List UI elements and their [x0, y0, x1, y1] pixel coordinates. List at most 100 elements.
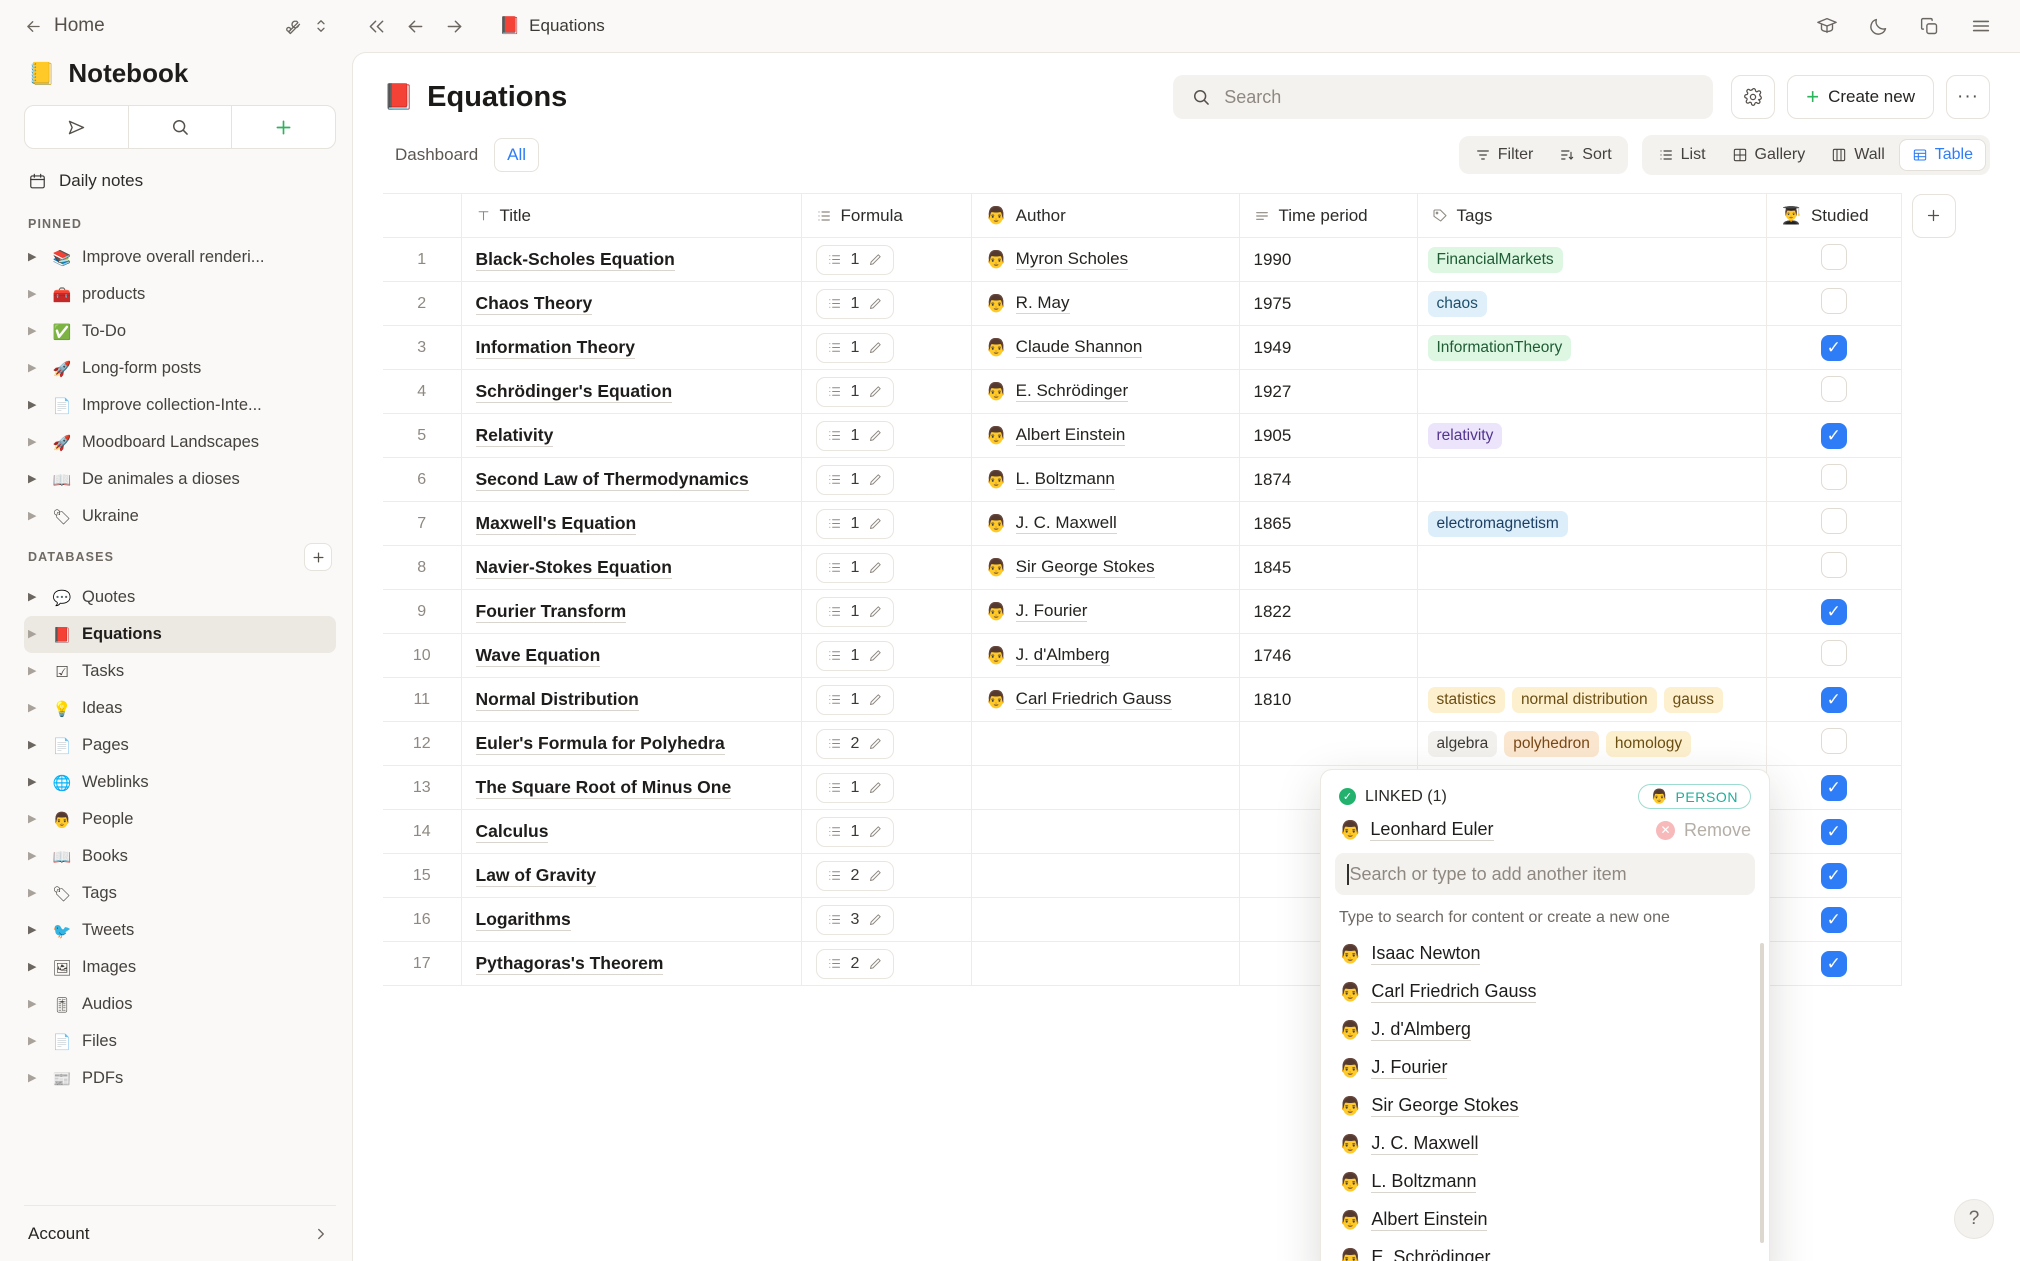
- cell-title[interactable]: Calculus: [460, 809, 802, 854]
- author-link[interactable]: E. Schrödinger: [1015, 381, 1129, 402]
- cell-formula[interactable]: 3: [800, 897, 972, 942]
- popup-scrollbar[interactable]: [1760, 943, 1764, 1243]
- table-row[interactable]: 10 Wave Equation 1 👨 J. d'Almberg 1746: [383, 633, 1967, 678]
- account-button[interactable]: Account: [24, 1205, 336, 1261]
- expand-caret-icon[interactable]: ▶: [28, 252, 42, 263]
- author-link[interactable]: Carl Friedrich Gauss: [1015, 689, 1172, 710]
- sidebar-item-tasks[interactable]: ▶ ☑ Tasks: [24, 653, 336, 690]
- cell-formula[interactable]: 1: [800, 237, 972, 282]
- cell-author[interactable]: 👨 J. d'Almberg: [970, 633, 1240, 678]
- expand-caret-icon[interactable]: ▶: [28, 703, 42, 714]
- cell-time-period[interactable]: 1905: [1238, 413, 1418, 458]
- studied-checkbox[interactable]: [1820, 728, 1847, 754]
- edit-pencil-icon[interactable]: [868, 472, 883, 487]
- table-row[interactable]: 3 Information Theory 1 👨 Claude Shannon 1949 I…: [383, 325, 1967, 370]
- table-row[interactable]: 11 Normal Distribution 1 👨 Carl Friedrich Ga…: [383, 677, 1967, 722]
- tag-chip[interactable]: electromagnetism: [1427, 510, 1568, 537]
- table-row[interactable]: 1 Black-Scholes Equation 1 👨 Myron Scholes 19…: [383, 237, 1967, 282]
- studied-checkbox[interactable]: [1820, 422, 1847, 449]
- cell-author[interactable]: 👨 Sir George Stokes: [970, 545, 1240, 590]
- studied-checkbox[interactable]: [1820, 818, 1847, 845]
- popup-type-badge[interactable]: 👨 PERSON: [1637, 784, 1751, 809]
- edit-pencil-icon[interactable]: [868, 384, 883, 399]
- cell-author[interactable]: [970, 941, 1240, 986]
- row-title-link[interactable]: Calculus: [475, 821, 549, 843]
- cell-tags[interactable]: algebra polyhedron homology: [1416, 721, 1767, 766]
- sidebar-item-improve-overall-renderi[interactable]: ▶ 📚 Improve overall renderi...: [24, 239, 336, 276]
- cell-formula[interactable]: 1: [800, 545, 972, 590]
- formula-chip[interactable]: 1: [815, 464, 895, 495]
- cell-title[interactable]: Fourier Transform: [460, 589, 802, 634]
- formula-chip[interactable]: 1: [815, 684, 895, 715]
- cell-studied[interactable]: [1765, 897, 1902, 942]
- view-gallery[interactable]: Gallery: [1720, 140, 1818, 170]
- cell-author[interactable]: [970, 897, 1240, 942]
- popup-selected-person[interactable]: 👨 Leonhard Euler: [1339, 819, 1494, 841]
- cell-author[interactable]: 👨 J. Fourier: [970, 589, 1240, 634]
- sidebar-item-weblinks[interactable]: ▶ 🌐 Weblinks: [24, 764, 336, 801]
- expand-caret-icon[interactable]: ▶: [28, 740, 42, 751]
- cell-author[interactable]: 👨 Myron Scholes: [970, 237, 1240, 282]
- cell-tags[interactable]: chaos: [1416, 281, 1767, 326]
- cell-title[interactable]: Black-Scholes Equation: [460, 237, 802, 282]
- expand-caret-icon[interactable]: ▶: [28, 326, 42, 337]
- row-title-link[interactable]: Logarithms: [475, 909, 571, 931]
- studied-checkbox[interactable]: [1820, 598, 1847, 625]
- cell-studied[interactable]: [1765, 281, 1902, 326]
- cell-time-period[interactable]: 1990: [1238, 237, 1418, 282]
- author-link[interactable]: Claude Shannon: [1015, 337, 1143, 358]
- cell-tags[interactable]: electromagnetism: [1416, 501, 1767, 546]
- cell-time-period[interactable]: 1975: [1238, 281, 1418, 326]
- row-title-link[interactable]: Law of Gravity: [475, 865, 597, 887]
- cell-time-period[interactable]: 1845: [1238, 545, 1418, 590]
- studied-checkbox[interactable]: [1820, 950, 1847, 977]
- tab-all[interactable]: All: [494, 138, 540, 172]
- popup-option[interactable]: 👨 J. C. Maxwell: [1321, 1125, 1769, 1163]
- cell-title[interactable]: Maxwell's Equation: [460, 501, 802, 546]
- sidebar-item-daily-notes[interactable]: Daily notes: [24, 167, 336, 195]
- sidebar-item-pdfs[interactable]: ▶ 📰 PDFs: [24, 1060, 336, 1097]
- cell-author[interactable]: 👨 R. May: [970, 281, 1240, 326]
- studied-checkbox[interactable]: [1820, 508, 1847, 534]
- author-link[interactable]: J. Fourier: [1015, 601, 1088, 622]
- cell-title[interactable]: Navier-Stokes Equation: [460, 545, 802, 590]
- cell-tags[interactable]: statistics normal distribution gauss: [1416, 677, 1767, 722]
- expand-caret-icon[interactable]: ▶: [28, 666, 42, 677]
- table-row[interactable]: 7 Maxwell's Equation 1 👨 J. C. Maxwell 1865 el…: [383, 501, 1967, 546]
- sidebar-item-tags[interactable]: ▶ 🏷 Tags: [24, 875, 336, 912]
- popup-option[interactable]: 👨 Albert Einstein: [1321, 1201, 1769, 1239]
- column-header-author[interactable]: 👨 Author: [970, 193, 1240, 238]
- cell-title[interactable]: Chaos Theory: [460, 281, 802, 326]
- cell-author[interactable]: 👨 E. Schrödinger: [970, 369, 1240, 414]
- edit-pencil-icon[interactable]: [868, 560, 883, 575]
- edit-pencil-icon[interactable]: [868, 252, 883, 267]
- author-link[interactable]: Sir George Stokes: [1015, 557, 1155, 578]
- edit-pencil-icon[interactable]: [868, 296, 883, 311]
- formula-chip[interactable]: 1: [815, 552, 895, 583]
- table-row[interactable]: 2 Chaos Theory 1 👨 R. May 1975 chaos: [383, 281, 1967, 326]
- table-row[interactable]: 4 Schrödinger's Equation 1 👨 E. Schrödinger 1…: [383, 369, 1967, 414]
- cell-time-period[interactable]: 1949: [1238, 325, 1418, 370]
- studied-checkbox[interactable]: [1820, 376, 1847, 402]
- row-title-link[interactable]: Second Law of Thermodynamics: [475, 469, 749, 491]
- cell-studied[interactable]: [1765, 457, 1902, 502]
- sidebar-item-ideas[interactable]: ▶ 💡 Ideas: [24, 690, 336, 727]
- cell-tags[interactable]: [1416, 633, 1767, 678]
- cell-title[interactable]: Wave Equation: [460, 633, 802, 678]
- edit-pencil-icon[interactable]: [868, 428, 883, 443]
- row-title-link[interactable]: Black-Scholes Equation: [475, 249, 675, 271]
- column-header-tags[interactable]: Tags: [1416, 193, 1767, 238]
- remove-link-button[interactable]: ✕ Remove: [1655, 820, 1751, 841]
- cell-time-period[interactable]: 1874: [1238, 457, 1418, 502]
- view-list[interactable]: List: [1646, 140, 1718, 170]
- tag-chip[interactable]: relativity: [1427, 422, 1503, 449]
- cell-title[interactable]: Second Law of Thermodynamics: [460, 457, 802, 502]
- table-row[interactable]: 9 Fourier Transform 1 👨 J. Fourier 1822: [383, 589, 1967, 634]
- cell-formula[interactable]: 2: [800, 853, 972, 898]
- expand-caret-icon[interactable]: ▶: [28, 592, 42, 603]
- cell-title[interactable]: Schrödinger's Equation: [460, 369, 802, 414]
- formula-chip[interactable]: 1: [815, 596, 895, 627]
- row-title-link[interactable]: The Square Root of Minus One: [475, 777, 732, 799]
- cell-studied[interactable]: [1765, 589, 1902, 634]
- cell-title[interactable]: Relativity: [460, 413, 802, 458]
